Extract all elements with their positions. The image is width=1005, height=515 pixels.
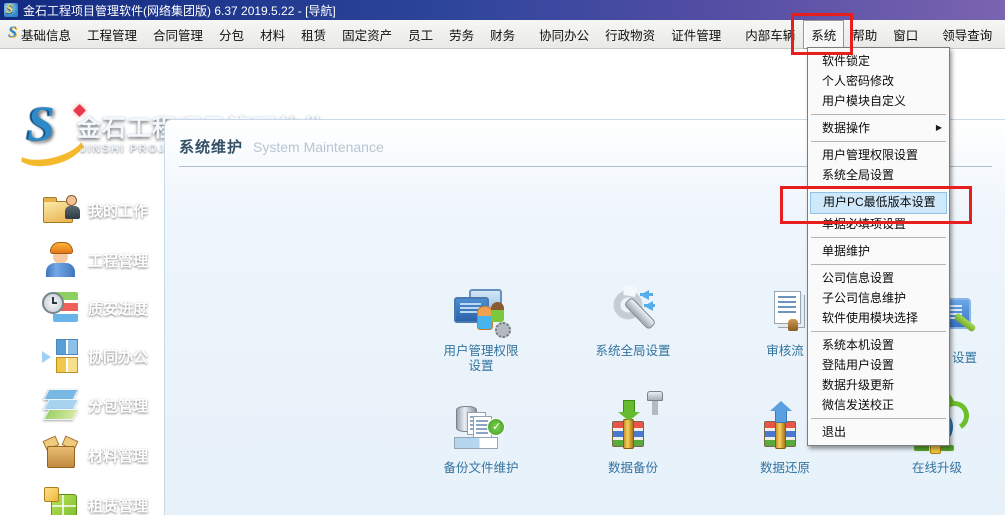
menubar-item-system[interactable]: 系统 xyxy=(803,20,844,49)
sidebar-item-my-work[interactable]: 我的工作 xyxy=(0,190,164,230)
shortcut-data-backup[interactable]: 数据备份 xyxy=(557,406,709,476)
menubar-item-subcontract[interactable]: 分包 xyxy=(211,20,252,49)
menubar-item-lease[interactable]: 租赁 xyxy=(293,20,334,49)
sidebar-item-label: 分包管理 xyxy=(88,395,148,416)
title-bar: S 金石工程项目管理软件(网络集团版) 6.37 2019.5.22 - [导航… xyxy=(0,0,1005,20)
menu-item-personal-password[interactable]: 个人密码修改 xyxy=(808,71,949,91)
open-box-icon xyxy=(42,437,80,473)
shortcut-label: 审核流 xyxy=(766,344,804,359)
archive-upload-icon xyxy=(758,406,812,456)
menu-item-data-upgrade-update[interactable]: 数据升级更新 xyxy=(808,375,949,395)
logo-letter: S xyxy=(27,94,55,152)
menu-item-document-maintenance[interactable]: 单据维护 xyxy=(808,241,949,261)
menu-item-user-module-custom[interactable]: 用户模块自定义 xyxy=(808,91,949,111)
shortcut-label: 用户管理权限设置 xyxy=(439,344,523,374)
monitor-users-gear-icon xyxy=(454,289,508,339)
folder-user-icon xyxy=(42,192,80,228)
panel-pen-icon[interactable] xyxy=(944,298,998,348)
menu-item-exit[interactable]: 退出 xyxy=(808,422,949,442)
menu-separator xyxy=(811,114,946,115)
archive-download-cable-icon xyxy=(606,406,660,456)
window-title: 金石工程项目管理软件(网络集团版) 6.37 2019.5.22 - [导航] xyxy=(23,2,336,19)
menubar-item-contract-mgmt[interactable]: 合同管理 xyxy=(145,20,211,49)
documents-stack-icon xyxy=(758,289,812,339)
menu-item-user-permission-settings[interactable]: 用户管理权限设置 xyxy=(808,145,949,165)
menubar-item-labor[interactable]: 劳务 xyxy=(441,20,482,49)
menu-item-data-operation[interactable]: 数据操作 ▶ xyxy=(808,118,949,138)
menubar-item-material[interactable]: 材料 xyxy=(252,20,293,49)
menu-separator xyxy=(811,141,946,142)
menu-separator xyxy=(811,188,946,189)
menu-item-subsidiary-info[interactable]: 子公司信息维护 xyxy=(808,288,949,308)
shortcut-label: 在线升级 xyxy=(912,461,962,476)
jinshi-logo-icon: S xyxy=(18,98,78,162)
menubar-item-admin-supplies[interactable]: 行政物资 xyxy=(597,20,663,49)
submenu-arrow-icon: ▶ xyxy=(936,124,942,132)
window-logo-icon: S xyxy=(4,3,18,17)
page-title-en: System Maintenance xyxy=(253,139,384,155)
shortcut-system-global-settings[interactable]: 系统全局设置 xyxy=(557,289,709,374)
sidebar-item-label: 我的工作 xyxy=(88,200,148,221)
construction-worker-icon xyxy=(42,242,80,278)
sidebar-item-subcontract-management[interactable]: 分包管理 xyxy=(0,385,164,425)
sidebar-item-label: 租赁管理 xyxy=(88,495,148,515)
menu-item-wechat-send-calibration[interactable]: 微信发送校正 xyxy=(808,395,949,415)
menu-item-system-global-settings[interactable]: 系统全局设置 xyxy=(808,165,949,185)
sidebar-item-label: 工程管理 xyxy=(88,250,148,271)
menu-item-user-pc-min-version[interactable]: 用户PC最低版本设置 xyxy=(810,192,947,214)
sidebar-item-quality-progress[interactable]: 质安进度 xyxy=(0,288,164,328)
menubar-item-internal-vehicle[interactable]: 内部车辆 xyxy=(737,20,803,49)
menubar-item-leader-query[interactable]: 领导查询 xyxy=(934,20,1000,49)
menubar-item-collab-office[interactable]: 协同办公 xyxy=(531,20,597,49)
shortcut-label: 备份文件维护 xyxy=(443,461,518,476)
sidebar-item-project-management[interactable]: 工程管理 xyxy=(0,240,164,280)
menubar-item-help[interactable]: 帮助 xyxy=(844,20,885,49)
menubar-item-certificate-mgmt[interactable]: 证件管理 xyxy=(663,20,729,49)
menubar-item-employee[interactable]: 员工 xyxy=(400,20,441,49)
menu-item-local-machine-settings[interactable]: 系统本机设置 xyxy=(808,335,949,355)
menu-bar: S 基础信息 工程管理 合同管理 分包 材料 租赁 固定资产 员工 劳务 财务 … xyxy=(0,20,1005,49)
shortcut-label: 数据还原 xyxy=(760,461,810,476)
menu-separator xyxy=(811,418,946,419)
database-documents-check-icon xyxy=(454,406,508,456)
green-cubes-icon xyxy=(42,487,80,515)
shortcut-user-permission-settings[interactable]: 用户管理权限设置 xyxy=(405,289,557,374)
menu-item-software-lock[interactable]: 软件锁定 xyxy=(808,51,949,71)
menu-item-required-fields-settings[interactable]: 单据必填项设置 xyxy=(808,214,949,234)
sidebar-item-label: 材料管理 xyxy=(88,445,148,466)
sidebar-item-label: 质安进度 xyxy=(88,298,148,319)
shortcut-label-partial[interactable]: 设置 xyxy=(952,347,977,366)
menu-item-login-user-settings[interactable]: 登陆用户设置 xyxy=(808,355,949,375)
app-window: S 金石工程项目管理软件 JINSHI PROJECT MANAGEMENT S… xyxy=(0,0,1005,515)
menubar-item-finance[interactable]: 财务 xyxy=(482,20,523,49)
page-title-zh: 系统维护 xyxy=(179,136,243,157)
shortcut-backup-file-maintenance[interactable]: 备份文件维护 xyxy=(405,406,557,476)
system-dropdown-menu: 软件锁定 个人密码修改 用户模块自定义 数据操作 ▶ 用户管理权限设置 系统全局… xyxy=(807,47,950,446)
menubar-item-shortcut[interactable]: 快捷 xyxy=(1000,20,1005,49)
arrow-grid-icon xyxy=(42,338,80,374)
menu-item-company-info-settings[interactable]: 公司信息设置 xyxy=(808,268,949,288)
menu-separator xyxy=(811,264,946,265)
menu-item-software-module-select[interactable]: 软件使用模块选择 xyxy=(808,308,949,328)
sidebar-item-label: 协同办公 xyxy=(88,346,148,367)
sidebar-item-material-management[interactable]: 材料管理 xyxy=(0,435,164,475)
shortcut-row-1: 用户管理权限设置 系统全局设置 审核流 xyxy=(405,289,861,374)
clock-progress-icon xyxy=(42,290,80,326)
menu-separator xyxy=(811,331,946,332)
shortcut-label: 系统全局设置 xyxy=(595,344,670,359)
menubar-item-window[interactable]: 窗口 xyxy=(885,20,926,49)
menubar-item-fixed-assets[interactable]: 固定资产 xyxy=(334,20,400,49)
shortcut-label: 数据备份 xyxy=(608,461,658,476)
sidebar-item-collaborative-office[interactable]: 协同办公 xyxy=(0,336,164,376)
menu-separator xyxy=(811,237,946,238)
menubar-item-basic-info[interactable]: 基础信息 xyxy=(13,20,79,49)
stacked-layers-icon xyxy=(42,387,80,423)
wrench-sync-icon xyxy=(606,289,660,339)
menubar-item-project-mgmt[interactable]: 工程管理 xyxy=(79,20,145,49)
sidebar-item-lease-management[interactable]: 租赁管理 xyxy=(0,485,164,515)
